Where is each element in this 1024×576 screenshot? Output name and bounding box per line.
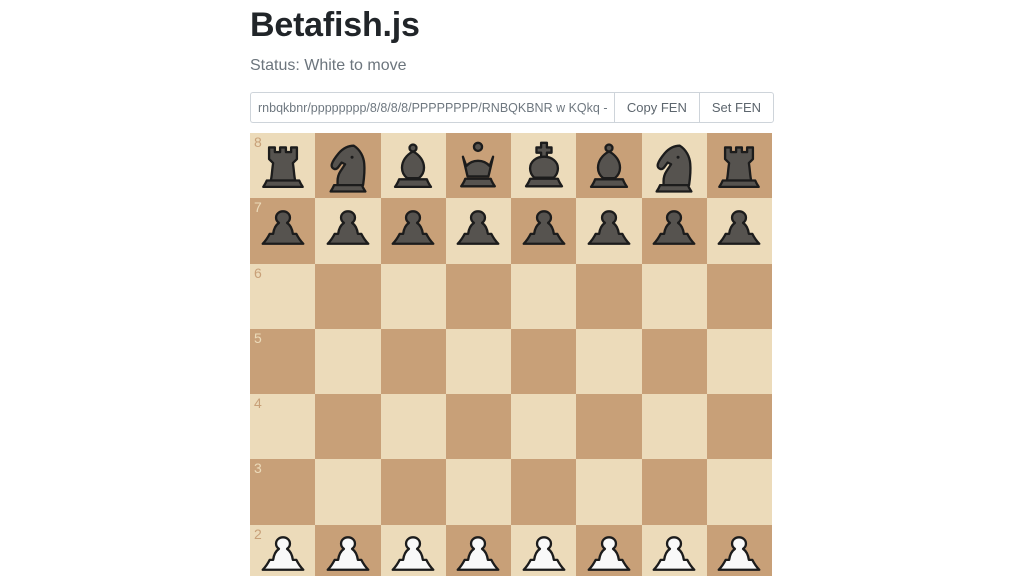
white-pawn-icon[interactable] xyxy=(254,528,312,576)
board-square-g5[interactable] xyxy=(641,328,707,395)
white-pawn-icon[interactable] xyxy=(710,528,768,576)
board-square-b8[interactable] xyxy=(315,133,381,199)
white-pawn-icon[interactable] xyxy=(449,528,507,576)
board-square-d3[interactable] xyxy=(445,459,511,525)
game-status-text: Status: White to move xyxy=(250,57,407,75)
board-square-d8[interactable] xyxy=(445,133,511,199)
black-rook-icon[interactable] xyxy=(254,137,312,195)
board-square-a8[interactable]: 8 xyxy=(250,133,316,199)
black-pawn-icon[interactable] xyxy=(580,202,638,260)
rank-label-3: 3 xyxy=(254,460,262,477)
board-square-b7[interactable] xyxy=(315,198,381,264)
board-square-g4[interactable] xyxy=(641,394,707,460)
board-square-c8[interactable] xyxy=(380,133,446,199)
board-square-g8[interactable] xyxy=(641,133,707,199)
board-square-f2[interactable] xyxy=(576,524,642,576)
black-king-icon[interactable] xyxy=(515,137,573,195)
white-pawn-icon[interactable] xyxy=(580,528,638,576)
rank-label-5: 5 xyxy=(254,329,262,346)
white-pawn-icon[interactable] xyxy=(384,528,442,576)
board-square-g7[interactable] xyxy=(641,198,707,264)
rank-label-4: 4 xyxy=(254,395,262,412)
fen-input[interactable] xyxy=(250,92,614,124)
board-square-h5[interactable] xyxy=(706,328,772,395)
board-square-a7[interactable]: 7 xyxy=(250,198,316,264)
app-root: Betafish.js Status: White to move Copy F… xyxy=(0,0,1024,576)
rank-label-6: 6 xyxy=(254,264,262,281)
white-pawn-icon[interactable] xyxy=(515,528,573,576)
black-bishop-icon[interactable] xyxy=(384,137,442,195)
board-square-e2[interactable] xyxy=(511,524,577,576)
copy-fen-button[interactable]: Copy FEN xyxy=(613,92,699,124)
board-square-d2[interactable] xyxy=(445,524,511,576)
board-square-d5[interactable] xyxy=(445,328,511,395)
board-square-h2[interactable] xyxy=(706,524,772,576)
set-fen-button[interactable]: Set FEN xyxy=(698,92,774,124)
board-square-a3[interactable]: 3 xyxy=(250,459,316,525)
board-square-h8[interactable] xyxy=(706,133,772,199)
board-square-f7[interactable] xyxy=(576,198,642,264)
board-square-b6[interactable] xyxy=(315,263,381,329)
board-square-g6[interactable] xyxy=(641,263,707,329)
board-square-e5[interactable] xyxy=(511,328,577,395)
black-rook-icon[interactable] xyxy=(710,137,768,195)
page-container: Betafish.js Status: White to move Copy F… xyxy=(250,0,774,576)
board-square-c4[interactable] xyxy=(380,394,446,460)
black-pawn-icon[interactable] xyxy=(449,202,507,260)
board-square-c5[interactable] xyxy=(380,328,446,395)
board-square-b4[interactable] xyxy=(315,394,381,460)
board-square-c6[interactable] xyxy=(380,263,446,329)
board-square-h7[interactable] xyxy=(706,198,772,264)
board-square-h6[interactable] xyxy=(706,263,772,329)
black-knight-icon[interactable] xyxy=(319,137,377,195)
fen-control-group: Copy FEN Set FEN xyxy=(250,92,774,124)
board-square-a2[interactable]: 2 xyxy=(250,524,316,576)
board-square-f3[interactable] xyxy=(576,459,642,525)
board-square-d7[interactable] xyxy=(445,198,511,264)
board-square-c7[interactable] xyxy=(380,198,446,264)
black-pawn-icon[interactable] xyxy=(319,202,377,260)
black-bishop-icon[interactable] xyxy=(580,137,638,195)
white-pawn-icon[interactable] xyxy=(319,528,377,576)
board-square-e6[interactable] xyxy=(511,263,577,329)
black-pawn-icon[interactable] xyxy=(515,202,573,260)
board-square-f4[interactable] xyxy=(576,394,642,460)
black-knight-icon[interactable] xyxy=(645,137,703,195)
black-pawn-icon[interactable] xyxy=(254,202,312,260)
board-square-d4[interactable] xyxy=(445,394,511,460)
board-square-e4[interactable] xyxy=(511,394,577,460)
chess-board[interactable]: 87654321 xyxy=(250,133,772,576)
board-square-e3[interactable] xyxy=(511,459,577,525)
board-square-c2[interactable] xyxy=(380,524,446,576)
board-square-g2[interactable] xyxy=(641,524,707,576)
board-square-b5[interactable] xyxy=(315,328,381,395)
black-queen-icon[interactable] xyxy=(449,137,507,195)
board-square-e8[interactable] xyxy=(511,133,577,199)
board-square-a5[interactable]: 5 xyxy=(250,328,316,395)
board-square-d6[interactable] xyxy=(445,263,511,329)
black-pawn-icon[interactable] xyxy=(710,202,768,260)
page-title: Betafish.js xyxy=(250,6,420,44)
board-square-a4[interactable]: 4 xyxy=(250,394,316,460)
board-square-f6[interactable] xyxy=(576,263,642,329)
board-square-g3[interactable] xyxy=(641,459,707,525)
board-square-f5[interactable] xyxy=(576,328,642,395)
board-square-b2[interactable] xyxy=(315,524,381,576)
black-pawn-icon[interactable] xyxy=(645,202,703,260)
board-square-c3[interactable] xyxy=(380,459,446,525)
board-square-h3[interactable] xyxy=(706,459,772,525)
board-square-h4[interactable] xyxy=(706,394,772,460)
black-pawn-icon[interactable] xyxy=(384,202,442,260)
board-square-f8[interactable] xyxy=(576,133,642,199)
white-pawn-icon[interactable] xyxy=(645,528,703,576)
board-square-b3[interactable] xyxy=(315,459,381,525)
board-square-e7[interactable] xyxy=(511,198,577,264)
board-square-a6[interactable]: 6 xyxy=(250,263,316,329)
